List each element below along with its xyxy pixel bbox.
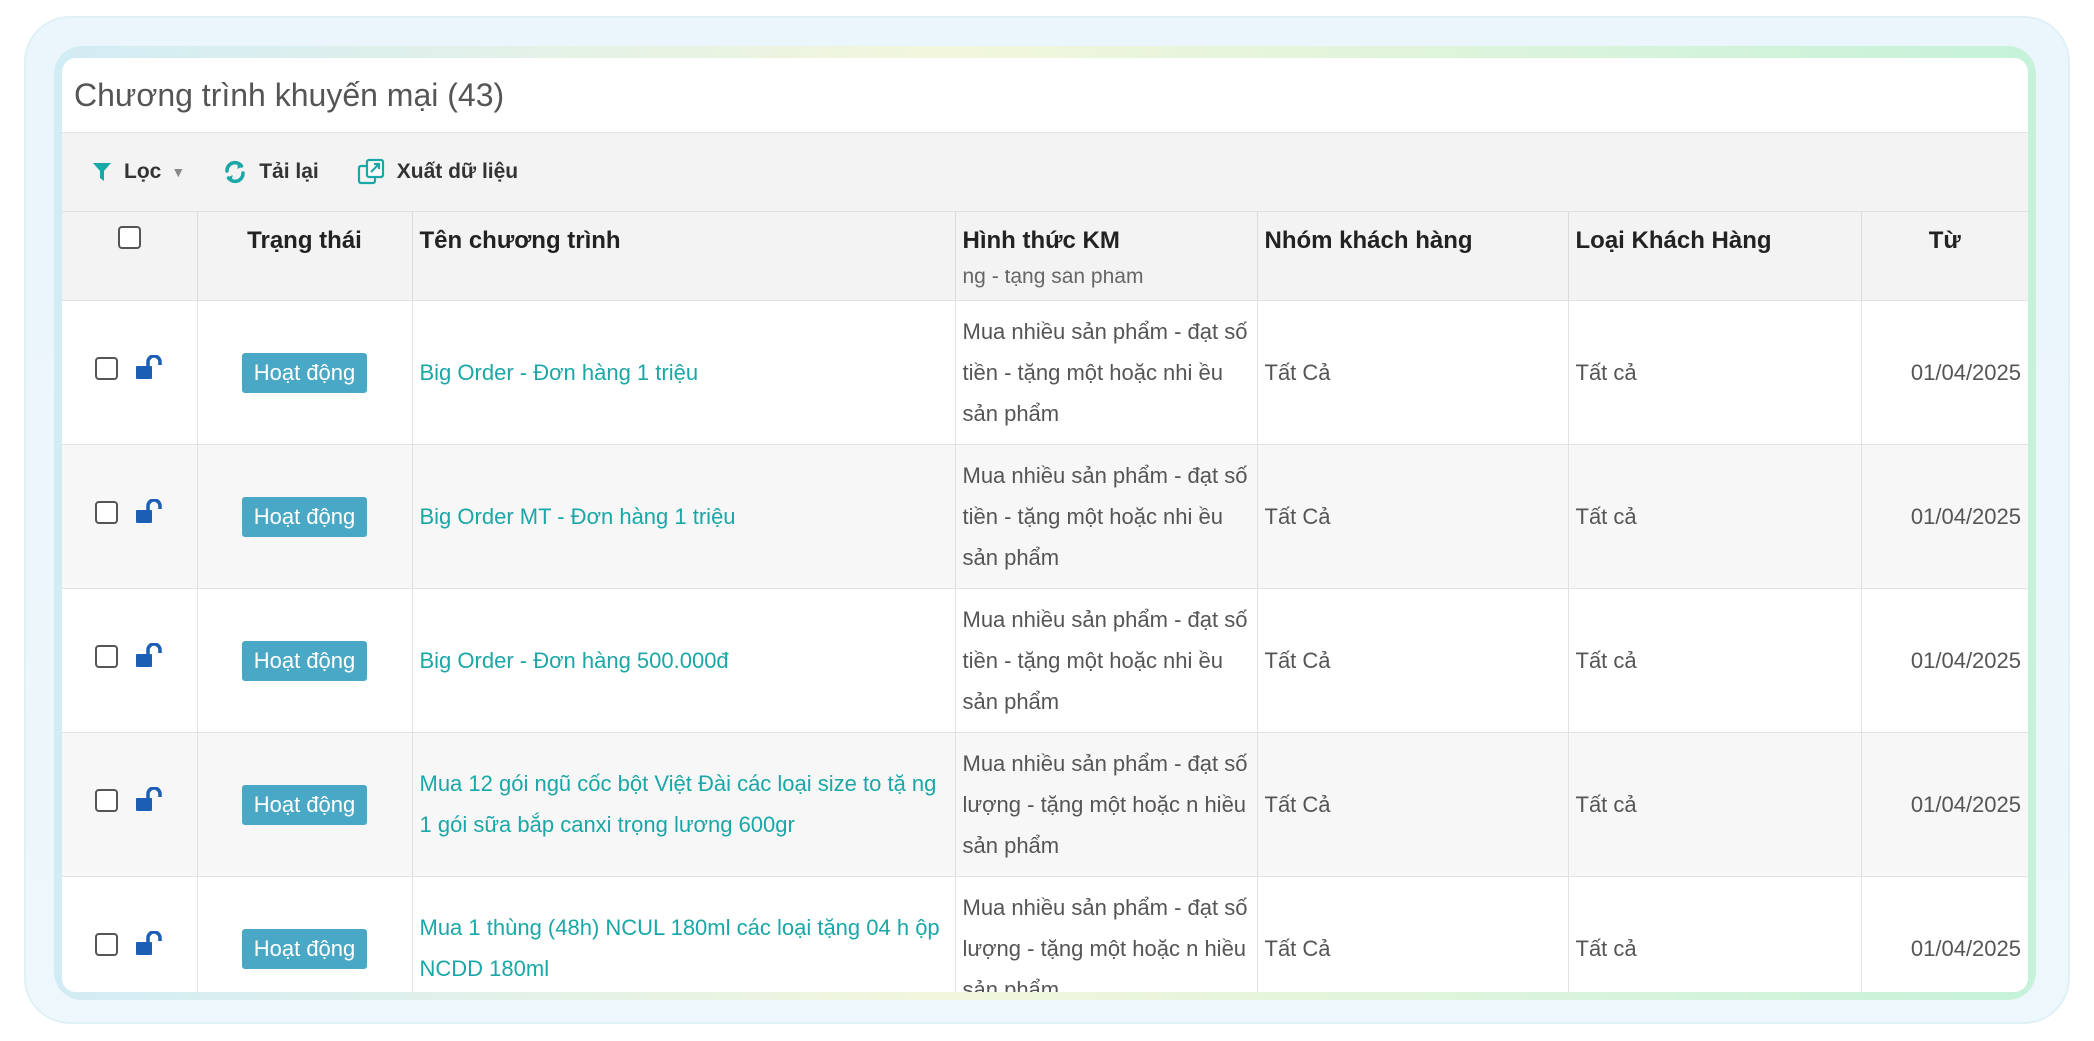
status-badge: Hoạt động — [241, 928, 368, 969]
header-select-all[interactable] — [62, 212, 198, 270]
customer-group-cell: Tất Cả — [1257, 875, 1569, 992]
header-customer-type[interactable]: Loại Khách Hàng — [1568, 212, 1862, 270]
export-icon — [357, 158, 384, 185]
export-button[interactable]: Xuất dữ liệu — [357, 158, 518, 186]
page-title: Chương trình khuyến mại (43) — [62, 58, 2028, 133]
table-row[interactable]: Hoạt động Big Order - Đơn hàng 500.000đ … — [62, 587, 2028, 732]
table-row[interactable]: Hoạt động Mua 1 thùng (48h) NCUL 180ml c… — [62, 875, 2028, 992]
toolbar: Lọc ▼ Tải lại Xuất dữ liệu — [62, 133, 2028, 212]
program-name-link[interactable]: Mua 12 gói ngũ cốc bột Việt Đài các loại… — [420, 771, 937, 837]
row-checkbox[interactable] — [94, 788, 118, 812]
customer-type-cell: Tất cả — [1568, 587, 1862, 732]
program-name-link[interactable]: Big Order MT - Đơn hàng 1 triệu — [420, 504, 736, 529]
table-row[interactable]: Hoạt động Big Order MT - Đơn hàng 1 triệ… — [62, 443, 2028, 588]
header-type[interactable]: Hình thức KM — [955, 212, 1258, 270]
caret-down-icon: ▼ — [171, 164, 186, 180]
table-row[interactable]: Hoạt động Mua 12 gói ngũ cốc bột Việt Đà… — [62, 731, 2028, 876]
filter-icon — [93, 163, 111, 181]
status-badge: Hoạt động — [241, 352, 368, 393]
filter-label: Lọc — [124, 160, 162, 183]
status-badge: Hoạt động — [241, 784, 368, 825]
promotion-table: Trạng thái Tên chương trình Hình thức KM… — [62, 212, 2028, 992]
export-label: Xuất dữ liệu — [396, 160, 519, 183]
reload-button[interactable]: Tải lại — [223, 160, 319, 184]
header-group[interactable]: Nhóm khách hàng — [1257, 212, 1569, 270]
customer-group-cell: Tất Cả — [1257, 731, 1569, 876]
row-checkbox[interactable] — [94, 500, 118, 524]
promotion-type-cell: Mua nhiều sản phẩm - đạt số lượng - tặng… — [955, 875, 1258, 992]
promotion-panel: Chương trình khuyến mại (43) Lọc ▼ Tải l… — [62, 58, 2028, 992]
customer-type-cell: Tất cả — [1568, 443, 1862, 588]
from-date-cell: 01/04/2025 — [1861, 587, 2028, 732]
customer-type-cell: Tất cả — [1568, 299, 1862, 444]
promotion-type-cell: Mua nhiều sản phẩm - đạt số lượng - tặng… — [955, 731, 1258, 876]
customer-group-cell: Tất Cả — [1257, 299, 1569, 444]
program-name-link[interactable]: Big Order - Đơn hàng 500.000đ — [420, 648, 729, 673]
table-header-row: Trạng thái Tên chương trình Hình thức KM… — [62, 212, 2028, 270]
program-name-link[interactable]: Mua 1 thùng (48h) NCUL 180ml các loại tặ… — [420, 915, 940, 981]
customer-type-cell: Tất cả — [1568, 731, 1862, 876]
customer-group-cell: Tất Cả — [1257, 587, 1569, 732]
from-date-cell: 01/04/2025 — [1861, 731, 2028, 876]
unlock-icon[interactable] — [134, 931, 164, 957]
row-checkbox[interactable] — [94, 644, 118, 668]
status-badge: Hoạt động — [241, 640, 368, 681]
row-checkbox[interactable] — [94, 356, 118, 380]
header-name[interactable]: Tên chương trình — [412, 212, 956, 270]
from-date-cell: 01/04/2025 — [1861, 299, 2028, 444]
table-row[interactable]: Hoạt động Big Order - Đơn hàng 1 triệu M… — [62, 299, 2028, 444]
header-from[interactable]: Từ — [1861, 212, 2028, 270]
promotion-type-cell: Mua nhiều sản phẩm - đạt số tiền - tặng … — [955, 299, 1258, 444]
scrolled-row-remnant: ng - tặng sản phẩm — [62, 270, 2028, 300]
unlock-icon[interactable] — [134, 499, 164, 525]
promotion-type-cell: Mua nhiều sản phẩm - đạt số tiền - tặng … — [955, 587, 1258, 732]
promotion-table-wrapper[interactable]: Trạng thái Tên chương trình Hình thức KM… — [62, 212, 2028, 992]
refresh-icon — [225, 160, 245, 184]
customer-type-cell: Tất cả — [1568, 875, 1862, 992]
unlock-icon[interactable] — [134, 643, 164, 669]
customer-group-cell: Tất Cả — [1257, 443, 1569, 588]
row-checkbox[interactable] — [94, 932, 118, 956]
select-all-checkbox[interactable] — [117, 226, 141, 249]
promotion-type-cell: Mua nhiều sản phẩm - đạt số tiền - tặng … — [955, 443, 1258, 588]
filter-button[interactable]: Lọc ▼ — [92, 160, 185, 184]
reload-label: Tải lại — [259, 160, 319, 183]
status-badge: Hoạt động — [241, 496, 368, 537]
unlock-icon[interactable] — [134, 355, 164, 381]
unlock-icon[interactable] — [134, 787, 164, 813]
overflow-text: ng - tặng sản phẩm — [955, 270, 1258, 300]
header-status[interactable]: Trạng thái — [197, 212, 413, 270]
program-name-link[interactable]: Big Order - Đơn hàng 1 triệu — [420, 360, 699, 385]
from-date-cell: 01/04/2025 — [1861, 875, 2028, 992]
from-date-cell: 01/04/2025 — [1861, 443, 2028, 588]
